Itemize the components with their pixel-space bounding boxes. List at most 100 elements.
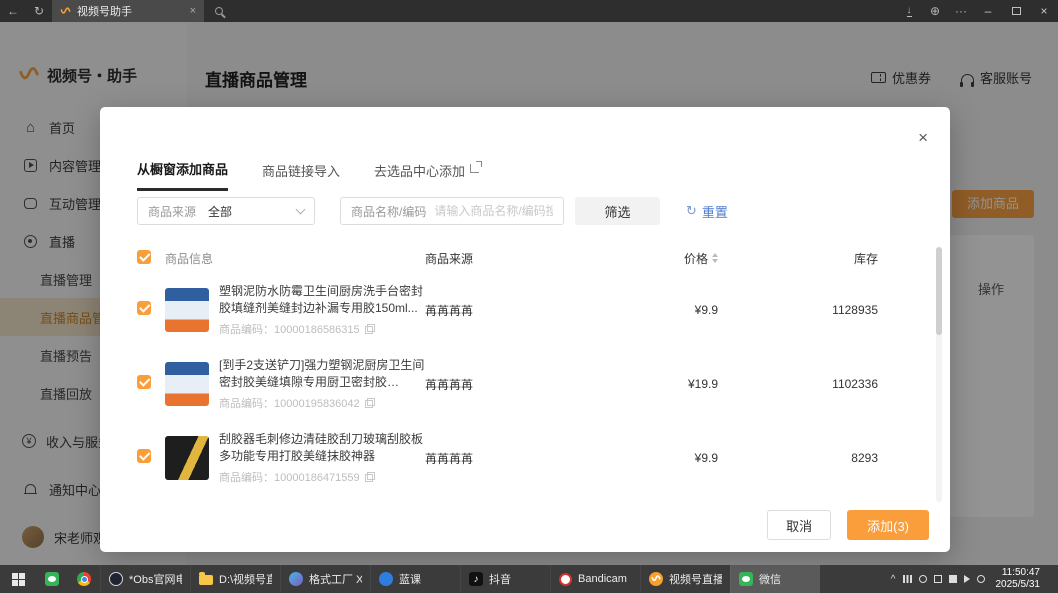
product-code: 商品编码：10000195836042 — [219, 395, 360, 411]
reset-icon: ↻ — [686, 203, 697, 219]
taskbar-window-douyin[interactable]: ♪ 抖音 — [460, 565, 550, 593]
table-header: 商品信息 商品来源 价格 库存 — [137, 243, 913, 273]
taskbar-clock[interactable]: 11:50:47 2025/5/31 — [992, 567, 1051, 592]
product-image — [165, 288, 209, 332]
browser-tab[interactable]: 视频号助手 × — [52, 0, 204, 22]
copy-icon[interactable] — [365, 324, 375, 334]
source-select-value: 全部 — [208, 203, 232, 220]
browser-titlebar: ← ↻ 视频号助手 × ↓ ⊕ ··· – × — [0, 0, 1058, 22]
product-source: 苒苒苒苒 — [425, 450, 560, 467]
taskbar-pin-chrome[interactable] — [68, 565, 100, 593]
table-row: 刮胶器毛刺修边清硅胶刮刀玻璃刮胶板多功能专用打胶美缝抹胶神器 商品编码：1000… — [137, 421, 913, 495]
back-icon[interactable]: ← — [0, 0, 26, 22]
copy-icon[interactable] — [365, 472, 375, 482]
wechat-icon — [739, 572, 753, 586]
system-tray: ^ 11:50:47 2025/5/31 — [883, 565, 1058, 593]
product-image — [165, 362, 209, 406]
external-link-icon — [470, 164, 479, 173]
tray-icon[interactable] — [949, 575, 957, 583]
product-code: 商品编码：10000186471559 — [219, 469, 360, 485]
select-all-checkbox[interactable] — [137, 250, 151, 264]
product-search-input[interactable] — [434, 204, 553, 218]
taskbar-window-label: Bandicam — [578, 573, 627, 585]
taskbar: *Obs官网电脑... D:\视频号直播... 格式工厂 X64 ... 蓝课 … — [0, 565, 1058, 593]
product-stock: 8293 — [718, 451, 913, 465]
source-select[interactable]: 商品来源 全部 — [137, 197, 315, 225]
chevron-down-icon — [296, 204, 306, 214]
product-search-box: 商品名称/编码 — [340, 197, 564, 225]
taskbar-window-weixin[interactable]: 微信 — [730, 565, 820, 593]
product-title[interactable]: 刮胶器毛刺修边清硅胶刮刀玻璃刮胶板多功能专用打胶美缝抹胶神器 — [219, 431, 425, 466]
tab-add-from-showcase[interactable]: 从橱窗添加商品 — [137, 159, 228, 191]
taskbar-window-lanke[interactable]: 蓝课 — [370, 565, 460, 593]
product-source: 苒苒苒苒 — [425, 302, 560, 319]
col-header-price: 价格 — [684, 250, 708, 267]
obs-icon — [109, 572, 123, 586]
product-code: 商品编码：10000186586315 — [219, 321, 360, 337]
table-row: 塑钢泥防水防霉卫生间厨房洗手台密封胶填缝剂美缝封边补漏专用胶150ml... 商… — [137, 273, 913, 347]
tab-close-icon[interactable]: × — [190, 5, 196, 17]
cancel-button[interactable]: 取消 — [767, 510, 831, 540]
tray-icon[interactable] — [919, 575, 927, 583]
taskbar-window-label: 格式工厂 X64 ... — [309, 571, 362, 587]
taskbar-window-folder[interactable]: D:\视频号直播... — [190, 565, 280, 593]
bandicam-icon — [559, 573, 572, 586]
tray-expand-icon[interactable]: ^ — [891, 574, 896, 585]
download-icon[interactable]: ↓ — [896, 0, 922, 22]
minimize-button[interactable]: – — [974, 0, 1002, 22]
add-product-modal: × 从橱窗添加商品 商品链接导入 去选品中心添加 商品来源 全部 商品名称/编码… — [100, 107, 950, 552]
taskbar-window-obs[interactable]: *Obs官网电脑... — [100, 565, 190, 593]
filter-button[interactable]: 筛选 — [575, 197, 660, 225]
product-stock: 1128935 — [718, 303, 913, 317]
taskbar-window-label: *Obs官网电脑... — [129, 571, 182, 587]
channels-live-icon — [649, 572, 663, 586]
product-price: ¥19.9 — [560, 377, 718, 391]
reset-button[interactable]: ↻ 重置 — [686, 202, 728, 221]
taskbar-window-label: 微信 — [759, 571, 781, 587]
confirm-add-button[interactable]: 添加(3) — [847, 510, 929, 540]
product-title[interactable]: 塑钢泥防水防霉卫生间厨房洗手台密封胶填缝剂美缝封边补漏专用胶150ml... — [219, 283, 425, 318]
tab-import-by-link[interactable]: 商品链接导入 — [262, 159, 340, 191]
tray-icon[interactable] — [977, 575, 985, 583]
taskbar-window-channels-live[interactable]: 视频号直播伴侣 — [640, 565, 730, 593]
close-button[interactable]: × — [1030, 0, 1058, 22]
screen: ← ↻ 视频号助手 × ↓ ⊕ ··· – × 视频号・助手 ⌂ — [0, 0, 1058, 593]
channels-favicon-icon — [60, 6, 71, 17]
douyin-icon: ♪ — [469, 572, 483, 586]
col-header-info: 商品信息 — [165, 250, 425, 267]
product-table: 商品信息 商品来源 价格 库存 塑钢泥防水防霉卫生间厨房洗手台密封胶填缝剂美缝封… — [137, 243, 913, 495]
maximize-icon — [1012, 7, 1021, 15]
volume-icon[interactable] — [964, 575, 970, 583]
row-checkbox[interactable] — [137, 449, 151, 463]
col-header-source: 商品来源 — [425, 250, 560, 267]
taskbar-pin-wechat[interactable] — [36, 565, 68, 593]
row-checkbox[interactable] — [137, 375, 151, 389]
maximize-button[interactable] — [1002, 0, 1030, 22]
modal-scrollbar[interactable] — [936, 247, 942, 502]
start-button[interactable] — [0, 565, 36, 593]
refresh-icon[interactable]: ↻ — [26, 0, 52, 22]
product-source: 苒苒苒苒 — [425, 376, 560, 393]
tray-icon[interactable] — [903, 575, 912, 583]
menu-icon[interactable]: ··· — [948, 0, 974, 22]
col-header-stock: 库存 — [718, 250, 913, 267]
tab-selection-center[interactable]: 去选品中心添加 — [374, 159, 479, 191]
wechat-icon — [45, 572, 59, 586]
chrome-icon — [77, 572, 91, 586]
tab-title: 视频号助手 — [77, 3, 184, 19]
windows-logo-icon — [12, 573, 25, 586]
copy-icon[interactable] — [365, 398, 375, 408]
taskbar-window-bandicam[interactable]: Bandicam — [550, 565, 640, 593]
tray-icon[interactable] — [934, 575, 942, 583]
filter-bar: 商品来源 全部 商品名称/编码 筛选 ↻ 重置 — [137, 197, 728, 225]
source-select-label: 商品来源 — [148, 203, 196, 220]
taskbar-window-label: D:\视频号直播... — [219, 571, 272, 587]
modal-close-icon[interactable]: × — [918, 129, 928, 146]
row-checkbox[interactable] — [137, 301, 151, 315]
globe-icon[interactable]: ⊕ — [922, 0, 948, 22]
taskbar-window-formatfactory[interactable]: 格式工厂 X64 ... — [280, 565, 370, 593]
product-stock: 1102336 — [718, 377, 913, 391]
product-title[interactable]: [到手2支送铲刀]强力塑钢泥厨房卫生间密封胶美缝填隙专用厨卫密封胶150M... — [219, 357, 425, 392]
taskbar-window-label: 视频号直播伴侣 — [669, 571, 722, 587]
search-tab[interactable] — [204, 0, 234, 22]
